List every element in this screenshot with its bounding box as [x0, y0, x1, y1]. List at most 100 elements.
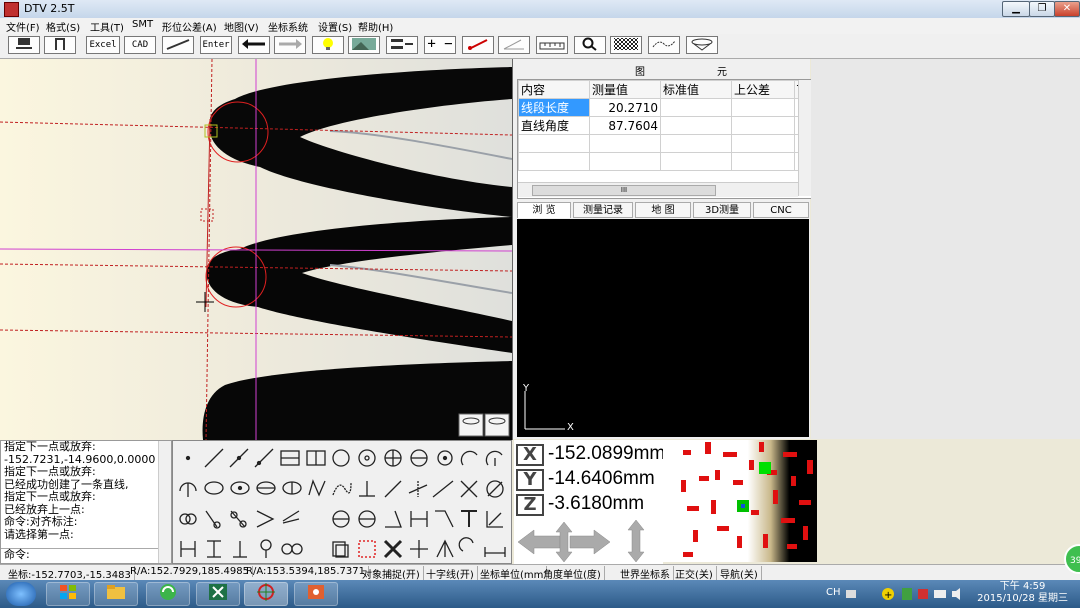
panel-title-right: 元: [717, 67, 727, 78]
pattern-icon[interactable]: [610, 36, 642, 54]
media-icon[interactable]: [294, 582, 338, 606]
y-axis-label: Y: [523, 383, 530, 394]
table-row: [518, 152, 810, 171]
log-scrollbar[interactable]: [158, 441, 171, 563]
clock-date: 2015/10/28 星期三: [977, 593, 1068, 604]
align-icon[interactable]: [386, 36, 418, 54]
menu-tolerance[interactable]: 形位公差(A): [162, 19, 217, 34]
status-ortho[interactable]: 正交(关): [675, 566, 717, 581]
command-log[interactable]: 指定下一点或放弃: -152.7231,-14.9600,0.0000 指定下一…: [0, 440, 172, 564]
browse-viewport[interactable]: Y X: [517, 219, 809, 437]
row-standard[interactable]: [660, 98, 732, 117]
column-header: 内容: [518, 80, 590, 99]
menu-tools[interactable]: 工具(T): [90, 19, 124, 34]
tab-measure-record[interactable]: 测量记录: [573, 202, 633, 218]
menu-format[interactable]: 格式(S): [46, 19, 80, 34]
minimize-button[interactable]: ▁: [1002, 1, 1030, 17]
row-name[interactable]: 直线角度: [518, 116, 590, 135]
menu-map[interactable]: 地图(V): [224, 19, 259, 34]
probe-icon[interactable]: [462, 36, 494, 54]
image-icon[interactable]: [348, 36, 380, 54]
angle-icon[interactable]: [498, 36, 530, 54]
table-row[interactable]: 线段长度 20.2710: [518, 98, 810, 117]
light-bulb-icon[interactable]: [312, 36, 344, 54]
measure-line-icon[interactable]: [162, 36, 194, 54]
status-bar: 坐标:-152.7703,-15.3483 R/A:152.7929,185.4…: [0, 564, 1080, 581]
navigation-map[interactable]: [663, 440, 817, 562]
toolbar: Excel CAD Enter + −: [0, 34, 1080, 59]
plus-minus-icon[interactable]: + −: [424, 36, 456, 54]
maximize-button[interactable]: ❐: [1029, 1, 1055, 17]
lens-icon[interactable]: [686, 36, 718, 54]
tab-3d-measure[interactable]: 3D测量: [693, 202, 751, 218]
jog-right-icon[interactable]: [569, 529, 611, 555]
capture-icon[interactable]: [8, 36, 40, 54]
status-crosshair[interactable]: 十字线(开): [426, 566, 478, 581]
status-snap[interactable]: 对象捕捉(开): [362, 566, 424, 581]
tab-map[interactable]: 地 图: [635, 202, 691, 218]
clock[interactable]: 下午 4:59 2015/10/28 星期三: [977, 581, 1068, 605]
tray-icons: +: [846, 587, 966, 601]
menu-coordinate-system[interactable]: 坐标系统: [268, 19, 308, 34]
menu-settings[interactable]: 设置(S): [318, 19, 352, 34]
menu-smt[interactable]: SMT: [132, 19, 153, 30]
command-prompt[interactable]: 命令:: [1, 548, 171, 562]
zoom-icon[interactable]: [574, 36, 606, 54]
row-upper-tol[interactable]: [731, 116, 795, 135]
curve-icon[interactable]: [648, 36, 680, 54]
folder-icon[interactable]: [94, 582, 138, 606]
y-coordinate: -14.6406mm: [548, 468, 655, 489]
x-coordinate: -152.0899mm: [548, 443, 666, 464]
camera-image-view[interactable]: [0, 59, 513, 440]
tool-palette: [172, 440, 512, 564]
status-world-coord[interactable]: 世界坐标系: [620, 566, 674, 581]
window-title: DTV 2.5T: [24, 2, 75, 15]
browser-icon[interactable]: [146, 582, 190, 606]
panel-title-left: 图: [635, 67, 645, 78]
language-indicator[interactable]: CH: [826, 587, 841, 598]
tab-browse[interactable]: 浏 览: [517, 202, 571, 218]
title-bar: DTV 2.5T ▁ ❐ ✕: [0, 0, 1080, 19]
status-navigation[interactable]: 导航(关): [720, 566, 762, 581]
table-row[interactable]: 直线角度 87.7604: [518, 116, 810, 135]
status-angle-unit[interactable]: 角度单位(度): [543, 566, 605, 581]
close-button[interactable]: ✕: [1054, 1, 1080, 17]
row-value: 20.2710: [589, 98, 661, 117]
status-coord-unit[interactable]: 坐标单位(mm: [480, 566, 548, 581]
jog-left-icon[interactable]: [517, 529, 561, 555]
excel-button[interactable]: Excel: [86, 36, 120, 54]
status-ra-1: R/A:152.7929,185.4985: [130, 566, 253, 577]
tab-cnc[interactable]: CNC: [753, 202, 809, 218]
horizontal-scrollbar[interactable]: III: [518, 182, 798, 197]
windows-icon[interactable]: [46, 582, 90, 606]
row-value: 87.7604: [589, 116, 661, 135]
row-upper-tol[interactable]: [731, 98, 795, 117]
menu-file[interactable]: 文件(F): [6, 19, 40, 34]
excel-app-icon[interactable]: [196, 582, 240, 606]
vertical-scrollbar[interactable]: [798, 80, 811, 196]
status-ra-2: R/A:153.5394,185.7371: [246, 566, 369, 577]
log-line: 请选择第一点:: [4, 527, 74, 541]
start-button[interactable]: [6, 582, 36, 606]
ruler-icon[interactable]: [536, 36, 568, 54]
menu-help[interactable]: 帮助(H): [358, 19, 393, 34]
cad-button[interactable]: CAD: [124, 36, 156, 54]
column-header: 上公差: [731, 80, 795, 99]
enter-button[interactable]: Enter: [200, 36, 232, 54]
table-row: [518, 134, 810, 153]
scroll-thumb[interactable]: III: [532, 185, 716, 196]
log-line: 命令:对齐标注:: [4, 515, 78, 528]
property-grid: 内容 测量值 标准值 上公差 T 线段长度 20.2710 直线角度 87.76…: [517, 79, 812, 199]
spring-image: [0, 59, 512, 440]
menu-bar: 文件(F) 格式(S) 工具(T) SMT 形位公差(A) 地图(V) 坐标系统…: [0, 18, 1080, 35]
arrow-left-icon[interactable]: [238, 36, 270, 54]
column-icon[interactable]: [44, 36, 76, 54]
jog-z-icon[interactable]: [627, 519, 645, 563]
dtv-app-icon[interactable]: [244, 582, 288, 606]
clock-time: 下午 4:59: [999, 581, 1046, 592]
row-standard[interactable]: [660, 116, 732, 135]
row-name[interactable]: 线段长度: [518, 98, 590, 117]
x-axis-icon: X: [516, 444, 544, 466]
arrow-right-icon[interactable]: [274, 36, 306, 54]
